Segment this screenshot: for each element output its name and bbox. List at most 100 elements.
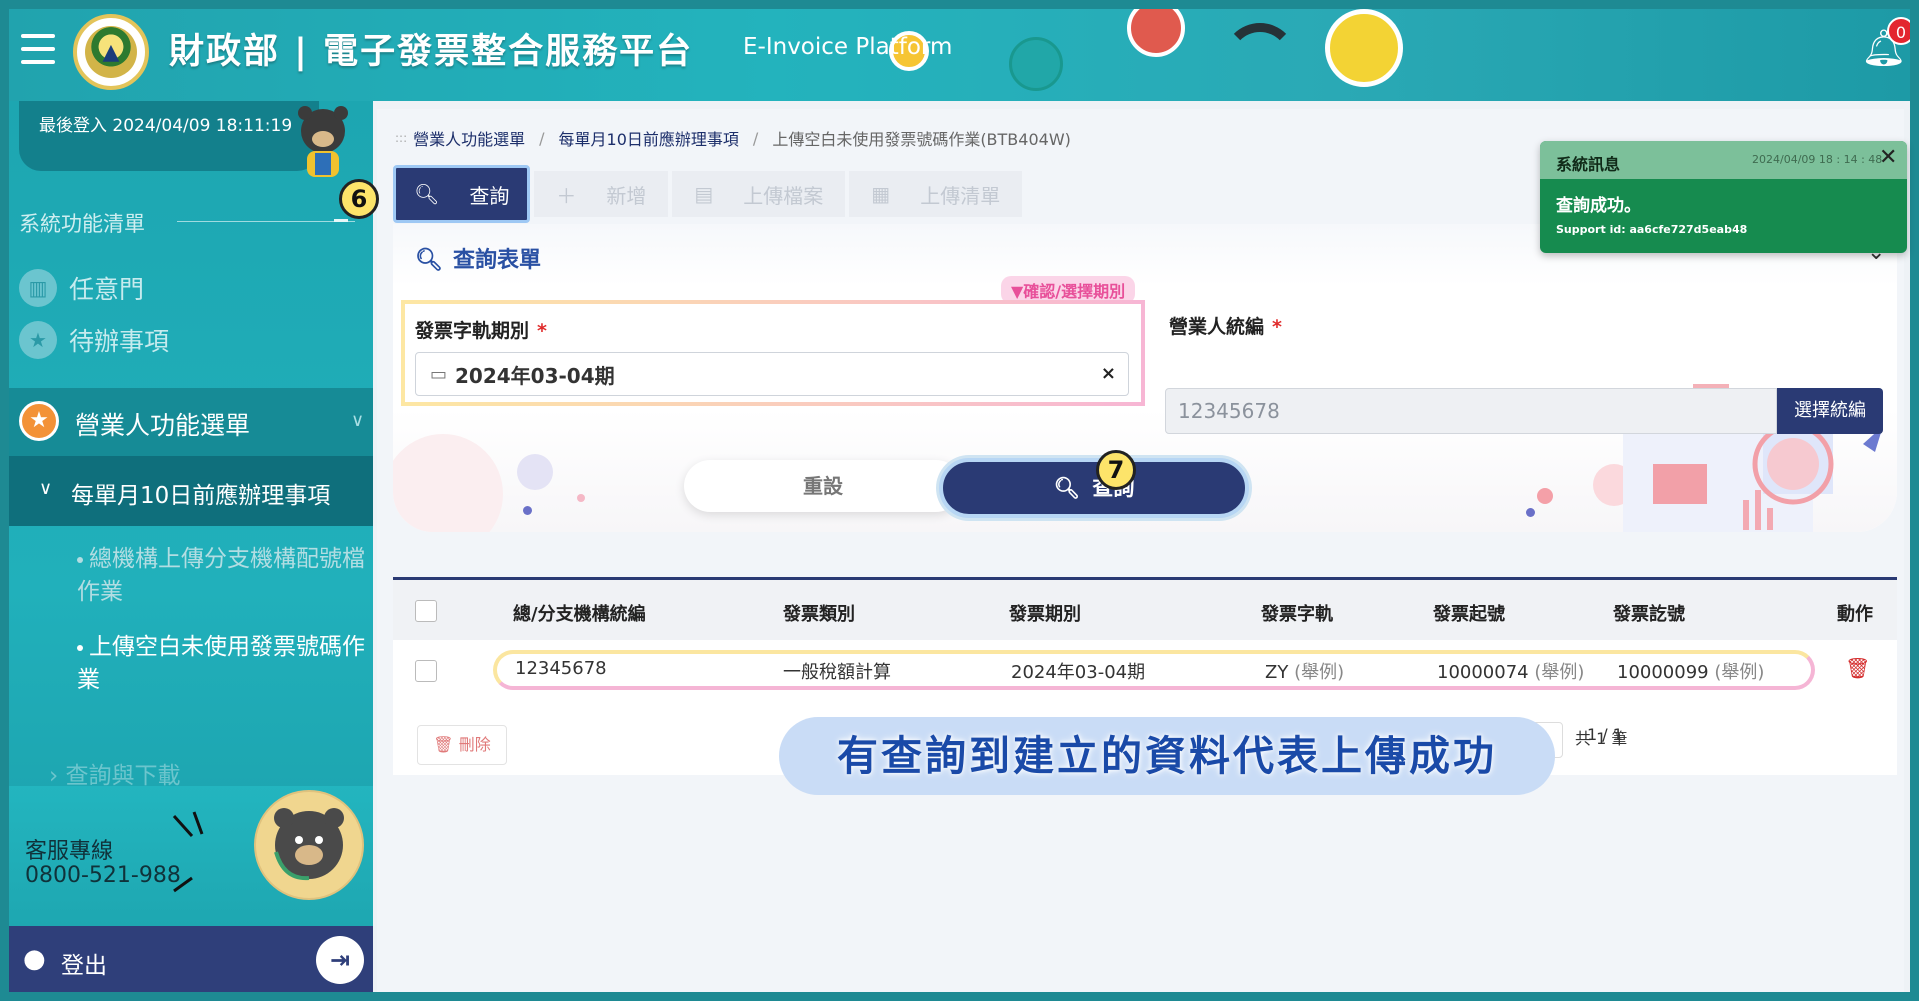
cell-category: 一般稅額計算 [783,662,891,683]
plus-icon: ＋ [556,183,577,208]
coin-decoration-icon [1009,37,1063,91]
tab-label: 上傳檔案 [743,183,824,208]
sidebar-submenu-monthly-tasks[interactable]: ∨ 每單月10日前應辦理事項 [9,456,373,526]
bubble-decoration [1537,488,1553,504]
end-no-note: (舉例) [1714,662,1765,683]
tax-id-input[interactable]: 12345678 [1165,388,1777,434]
file-list-icon: ▦ [871,182,891,206]
toast-time: 2024/04/09 18 : 14 : 48 [1752,153,1883,166]
tax-id-label: 營業人統編 * [1169,312,1282,339]
tab-upload-file[interactable]: ▤ 上傳檔案 [672,171,846,217]
sidebar-item-todo[interactable]: ★ 待辦事項 [19,321,169,359]
logout-icon[interactable]: ⇥ [316,936,364,984]
cell-track: ZY (舉例) [1265,658,1344,684]
last-login: 最後登入 2024/04/09 18:11:19 [19,101,319,171]
breadcrumb-separator: / [539,128,545,148]
step-marker-7: 7 [1096,450,1136,490]
delete-button[interactable]: 🗑︎ 刪除 [417,725,507,765]
notification-badge: 0 [1887,17,1910,45]
sidebar-item-business-menu[interactable]: ★ 營業人功能選單 ∨ [9,388,373,456]
sidebar-item-label: 營業人功能選單 [75,411,251,440]
form-title: 🔍︎ 查詢表單 [415,242,541,274]
sidebar-item-query-download[interactable]: › 查詢與下載 [49,756,181,790]
query-button[interactable]: 🔍︎查詢 [939,458,1249,518]
annotation-banner: 有查詢到建立的資料代表上傳成功 [779,717,1555,795]
toast-message: 查詢成功。 [1556,196,1641,216]
period-value: 2024年03-04期 [455,363,615,388]
tax-id-label-text: 營業人統編 [1169,316,1265,338]
column-header: 發票期別 [1009,604,1081,625]
tab-label: 上傳清單 [920,183,1001,208]
search-icon: 🔍︎ [1053,476,1081,500]
cell-start-no: 10000074 (舉例) [1437,658,1584,684]
system-message-toast: 系統訊息 2024/04/09 18 : 14 : 48 ✕ 查詢成功。 Sup… [1540,141,1907,253]
bullet-icon [77,556,83,563]
cell-end-no: 10000099 (舉例) [1617,658,1764,684]
trash-icon[interactable]: 🗑︎ [1845,656,1870,680]
select-all-checkbox[interactable] [415,600,437,622]
tag-decoration-icon [1127,9,1185,57]
sidebar: 最後登入 2024/04/09 18:11:19 系統功能清單 ▥ 任意門 ★ … [9,101,373,992]
breadcrumb-marker-icon: ::: [395,131,408,145]
tab-query[interactable]: 🔍︎ 查詢 [393,165,531,223]
star-icon: ★ [19,401,59,441]
search-icon: 🔍︎ [415,248,443,273]
breadcrumb-item-monthly-tasks[interactable]: 每單月10日前應辦理事項 [559,126,739,150]
collapse-dash-icon[interactable] [334,219,348,222]
cell-period: 2024年03-04期 [1011,662,1146,683]
bear-headset-icon [254,790,364,900]
start-no-value: 10000074 [1437,662,1529,683]
row-checkbox[interactable] [415,660,437,682]
file-upload-icon: ▤ [694,182,714,206]
tab-add[interactable]: ＋ 新增 [534,171,669,217]
function-list-title: 系統功能清單 [19,212,145,236]
column-header: 發票類別 [783,604,855,625]
ministry-logo: ▲ [73,14,149,90]
submenu-label: 每單月10日前應辦理事項 [71,483,331,509]
menu-toggle-icon[interactable] [21,34,55,64]
column-header: 發票字軌 [1261,604,1333,625]
required-mark: * [537,320,547,342]
sidebar-item-anywhere-door[interactable]: ▥ 任意門 [19,269,144,307]
tab-label: 新增 [606,183,647,208]
chevron-down-icon: ∨ [39,478,53,499]
site-title: 財政部 | 電子發票整合服務平台 [169,32,694,72]
bubble-decoration [523,506,532,515]
sidebar-leaf-branch-upload[interactable]: 總機構上傳分支機構配號檔作業 [77,543,367,609]
bear-mascot-icon [298,106,348,177]
column-header: 總/分支機構統編 [513,604,646,625]
reset-button[interactable]: 重設 [684,460,962,512]
period-date-input[interactable]: ▭ 2024年03-04期 × [415,352,1129,396]
trash-icon: 🗑︎ [433,735,454,754]
bullet-icon [77,644,83,651]
toast-header: 系統訊息 2024/04/09 18 : 14 : 48 ✕ [1540,141,1907,179]
breadcrumb-item-business-menu[interactable]: 營業人功能選單 [413,126,525,150]
period-label-text: 發票字軌期別 [415,320,530,342]
step-marker-6: 6 [339,179,379,219]
sidebar-leaf-blank-upload[interactable]: 上傳空白未使用發票號碼作業 [77,631,367,697]
logout-label: 登出 [61,953,107,979]
start-no-note: (舉例) [1534,662,1585,683]
logout-bar[interactable]: ● 登出 ⇥ [9,926,373,992]
leaf-label: 上傳空白未使用發票號碼作業 [77,634,365,693]
tab-upload-list[interactable]: ▦ 上傳清單 [849,171,1023,217]
delete-label: 刪除 [458,735,491,754]
period-field-group: 發票字軌期別 * ▭ 2024年03-04期 × [401,300,1145,406]
sidebar-item-label: 待辦事項 [69,327,170,356]
breadcrumb-item-current: 上傳空白未使用發票號碼作業(BTB404W) [772,130,1071,149]
tab-label: 查詢 [469,183,510,208]
service-line-number: 0800-521-988 [25,863,181,888]
clear-icon[interactable]: × [1101,363,1116,384]
service-line-box: 客服專線 0800-521-988 [9,786,373,926]
bubble-decoration [577,494,585,502]
choose-tax-id-button[interactable]: 選擇統編 [1777,388,1883,434]
bubble-decoration [1526,508,1535,517]
star-icon: ★ [19,321,57,359]
calendar-icon: ▭ [430,363,448,385]
close-icon[interactable]: ✕ [1879,145,1897,170]
map-icon: ▥ [19,269,57,307]
wifi-decoration-icon [1223,23,1297,97]
track-note: (舉例) [1294,662,1345,683]
tab-bar: 🔍︎ 查詢 ＋ 新增 ▤ 上傳檔案 ▦ 上傳清單 [393,165,1026,223]
table-header: 總/分支機構統編 發票類別 發票期別 發票字軌 發票起號 發票訖號 動作 [393,580,1897,640]
